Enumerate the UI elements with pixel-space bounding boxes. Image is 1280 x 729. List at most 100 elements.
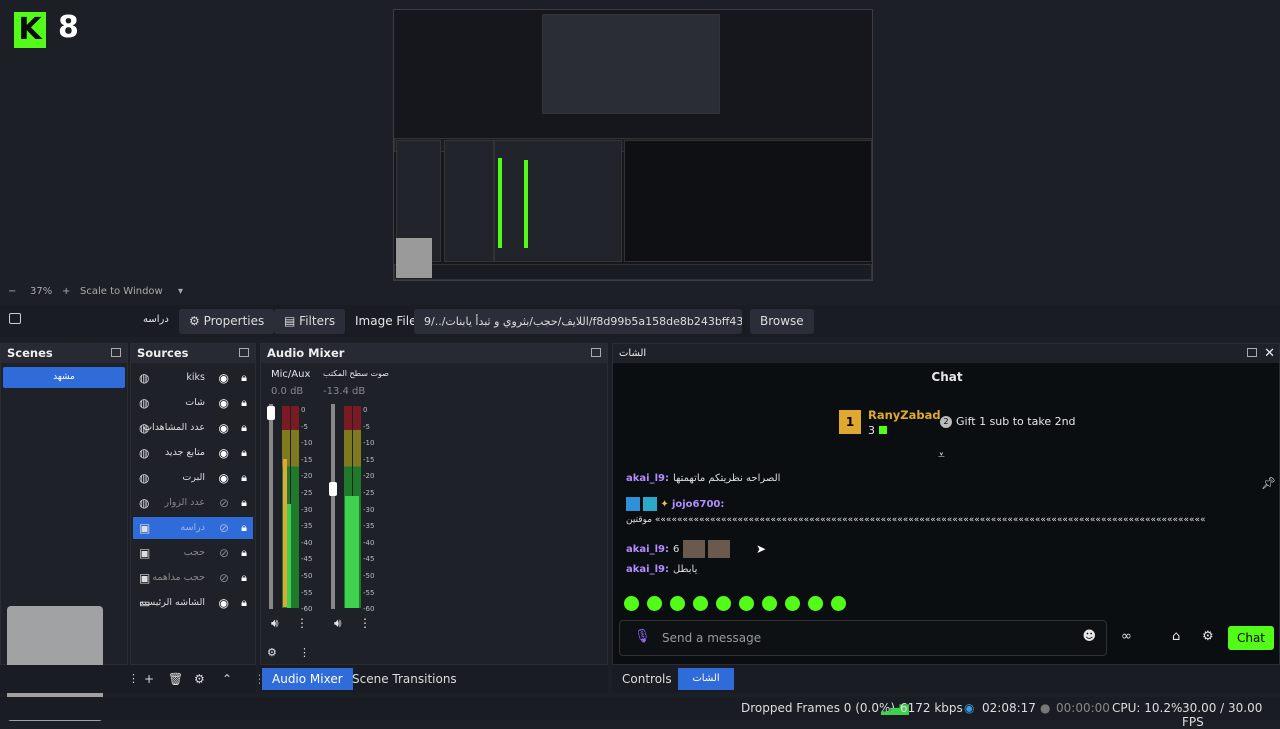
eye-hidden-icon[interactable]: ⊘ (219, 517, 229, 539)
eye-hidden-icon[interactable]: ⊘ (219, 567, 229, 589)
lock-icon[interactable]: 🔒︎ (241, 592, 247, 614)
eye-icon[interactable]: ◉ (219, 367, 229, 389)
stream-time: 02:08:17 (982, 701, 1036, 715)
kick-logo: K (14, 12, 46, 48)
leaderboard-user[interactable]: RanyZabad (868, 408, 941, 422)
scene-item[interactable]: مشهد (3, 367, 125, 388)
volume-slider-handle[interactable] (267, 406, 275, 420)
move-up-button[interactable]: ⌃ (212, 668, 242, 690)
eye-icon[interactable]: ◉ (219, 442, 229, 464)
source-item-selected[interactable]: ▣ دراسه ⊘ 🔒︎ (133, 517, 253, 539)
source-item[interactable]: ◍ عدد المشاهدات ◉ 🔒︎ (133, 417, 253, 439)
tab-chat[interactable]: الشات (678, 668, 734, 690)
level-meter-active (287, 504, 291, 608)
emote-icon[interactable] (624, 596, 639, 611)
pin-icon[interactable]: 📌︎ (1261, 476, 1276, 490)
close-icon[interactable]: ✕ (1264, 344, 1275, 363)
emote-icon[interactable] (808, 596, 823, 611)
source-item[interactable]: ◍ kiks ◉ 🔒︎ (133, 367, 253, 389)
lock-icon[interactable]: 🔒︎ (241, 517, 247, 539)
source-item[interactable]: ◍ شات ◉ 🔒︎ (133, 392, 253, 414)
eye-icon[interactable]: ◉ (219, 592, 229, 614)
undock-icon[interactable] (1247, 348, 1257, 357)
lock-icon[interactable]: 🔒︎ (241, 367, 247, 389)
emoji-icon[interactable]: ☻ (1082, 629, 1096, 644)
emote-image (682, 540, 705, 558)
emote-icon[interactable] (716, 596, 731, 611)
source-item[interactable]: ◍ متابع جديد ◉ 🔒︎ (133, 442, 253, 464)
record-icon: ● (1040, 701, 1051, 715)
eye-hidden-icon[interactable]: ⊘ (219, 492, 229, 514)
lock-icon[interactable]: 🔒︎ (241, 442, 247, 464)
source-item[interactable]: ◍ عدد الزوار ⊘ 🔒︎ (133, 492, 253, 514)
lock-icon[interactable]: 🔒︎ (241, 417, 247, 439)
image-source-icon: ▣ (139, 571, 151, 585)
browser-source-icon: ◍ (139, 396, 150, 410)
undock-icon[interactable] (239, 348, 249, 357)
dropped-frames: Dropped Frames 0 (0.0%) (741, 701, 896, 715)
eye-hidden-icon[interactable]: ⊘ (219, 542, 229, 564)
eye-icon[interactable]: ◉ (219, 417, 229, 439)
kebab-menu-icon[interactable]: ⋮ (299, 646, 310, 659)
file-path-field[interactable]: 9/../اللايف/حجب/بثروي و ثبدأ يابنات/f8d9… (414, 309, 742, 334)
browser-source-icon: ◍ (139, 446, 150, 460)
leaderboard-count: 3 (868, 424, 887, 437)
source-item[interactable]: ▣ حجب مداهمه ⊘ 🔒︎ (133, 567, 253, 589)
expand-chevron-icon[interactable]: ⩡ (938, 448, 945, 463)
kebab-menu-icon[interactable]: ⋮ (359, 616, 371, 630)
lock-icon[interactable]: 🔒︎ (241, 467, 247, 489)
settings-gear-icon[interactable]: ⚙ (1202, 629, 1214, 644)
eye-icon[interactable]: ◉ (219, 392, 229, 414)
chat-dock: الشات ✕ Chat 1 RanyZabad 3 2 Gift 1 sub … (612, 343, 1280, 665)
zoom-in-button[interactable]: + (62, 286, 70, 297)
emote-icon[interactable] (831, 596, 846, 611)
preview-canvas[interactable]: K 8 (0, 0, 1280, 284)
emote-icon[interactable] (785, 596, 800, 611)
zoom-level: 37% (30, 286, 53, 297)
bitrate: 6172 kbps (900, 701, 963, 715)
store-icon[interactable]: ⌂ (1172, 629, 1180, 644)
chat-message: akai_l9: الصراحه نظريتكم ماتهمتها (626, 473, 781, 484)
emote-icon[interactable] (762, 596, 777, 611)
chat-input-box[interactable]: 🎙︎ Send a message ☻ (619, 620, 1107, 656)
browse-button[interactable]: Browse (750, 309, 814, 334)
lock-icon[interactable]: 🔒︎ (241, 392, 247, 414)
advanced-audio-gear-icon[interactable]: ⚙ (267, 646, 277, 659)
audio-mixer-panel: Audio Mixer Mic/Aux 0.0 dB صوت سطح المكت… (260, 343, 608, 665)
emote-icon[interactable] (647, 596, 662, 611)
kebab-menu-icon[interactable]: ⋮ (296, 616, 308, 630)
speaker-icon[interactable]: 🔊︎ (334, 616, 342, 631)
source-properties-button[interactable]: ⚙ (184, 668, 215, 690)
send-chat-button[interactable]: Chat (1228, 626, 1274, 650)
zoom-out-button[interactable]: − (8, 286, 16, 297)
lock-icon[interactable]: 🔒︎ (241, 567, 247, 589)
microphone-icon[interactable]: 🎙︎ (634, 629, 651, 644)
source-item[interactable]: ▭ الشاشه الرئيسيه ◉ 🔒︎ (133, 592, 253, 614)
properties-button[interactable]: ⚙ Properties (179, 309, 275, 334)
eye-icon[interactable]: ◉ (219, 467, 229, 489)
volume-slider-handle[interactable] (329, 482, 337, 496)
undock-icon[interactable] (111, 348, 121, 357)
channel-points-icon[interactable]: ∞ (1121, 629, 1132, 644)
tab-controls[interactable]: Controls (612, 668, 682, 690)
volume-slider-track[interactable] (269, 404, 273, 609)
source-item[interactable]: ▣ حجب ⊘ 🔒︎ (133, 542, 253, 564)
gift-icon: ✦ (660, 499, 669, 510)
tab-audio-mixer[interactable]: Audio Mixer (262, 668, 353, 690)
filters-button[interactable]: ▤ Filters (274, 309, 346, 334)
gift-sub-text[interactable]: Gift 1 sub to take 2nd (956, 415, 1076, 428)
emote-icon[interactable] (670, 596, 685, 611)
undock-icon[interactable] (591, 348, 601, 357)
lock-icon[interactable]: 🔒︎ (241, 492, 247, 514)
source-item[interactable]: ◍ البرت ◉ 🔒︎ (133, 467, 253, 489)
lock-icon[interactable]: 🔒︎ (241, 542, 247, 564)
emote-icon[interactable] (693, 596, 708, 611)
channel-db: -13.4 dB (323, 386, 366, 397)
scale-mode-select[interactable]: Scale to Window (80, 286, 163, 297)
image-source-icon (9, 313, 21, 324)
volume-slider-track[interactable] (331, 404, 335, 609)
tab-scene-transitions[interactable]: Scene Transitions (342, 668, 467, 690)
chevron-down-icon[interactable]: ▾ (178, 286, 183, 297)
emote-icon[interactable] (739, 596, 754, 611)
speaker-icon[interactable]: 🔊︎ (271, 616, 279, 631)
